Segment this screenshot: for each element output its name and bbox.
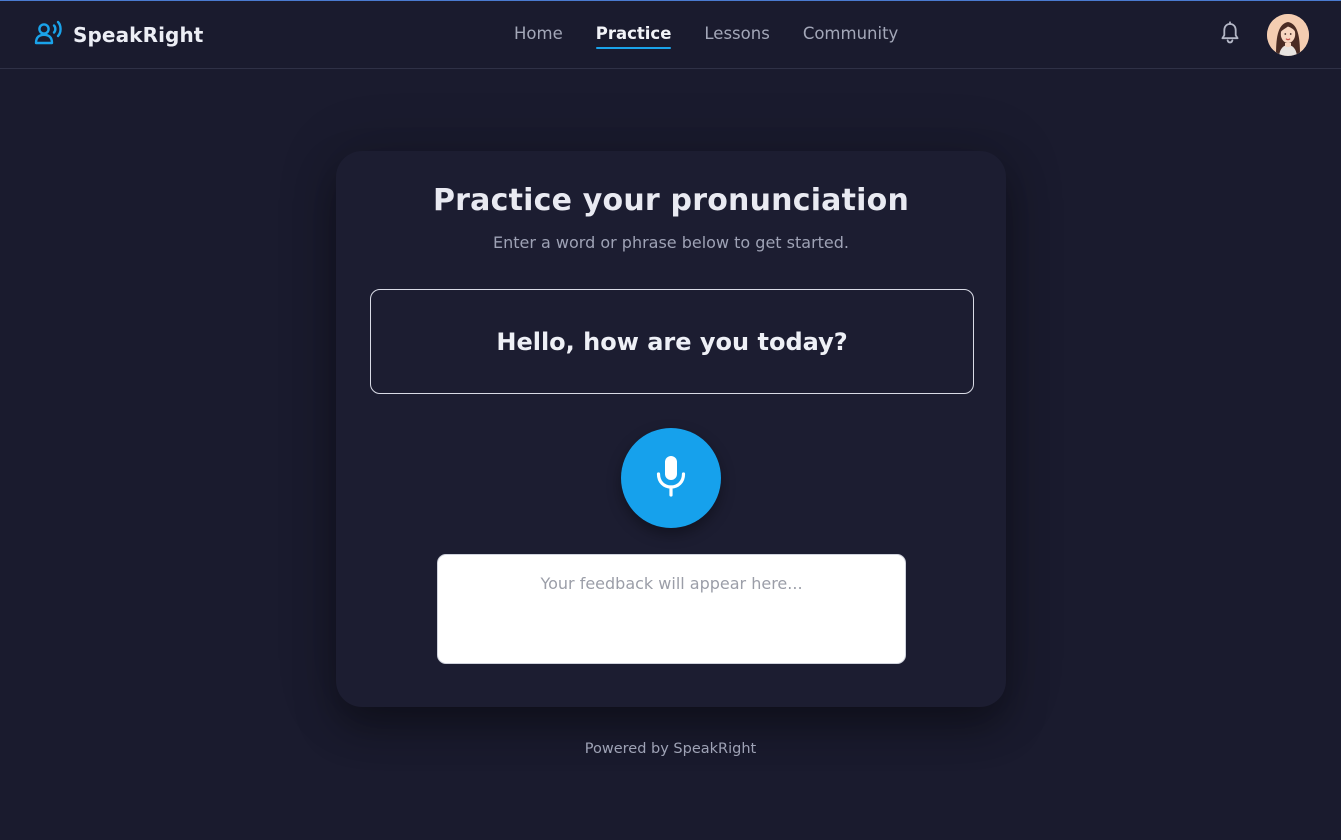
app-window: SpeakRight Home Practice Lessons Communi… bbox=[0, 0, 1341, 840]
page-subtitle: Enter a word or phrase below to get star… bbox=[493, 233, 849, 252]
main-nav: Home Practice Lessons Community bbox=[514, 23, 899, 49]
page-title: Practice your pronunciation bbox=[432, 183, 910, 218]
feedback-panel: Your feedback will appear here... bbox=[437, 554, 906, 664]
nav-item-practice[interactable]: Practice bbox=[595, 23, 671, 49]
feedback-placeholder: Your feedback will appear here... bbox=[540, 574, 803, 593]
avatar[interactable] bbox=[1267, 14, 1309, 56]
nav-item-lessons[interactable]: Lessons bbox=[704, 23, 769, 45]
brand-name: SpeakRight bbox=[73, 23, 204, 47]
nav-item-home[interactable]: Home bbox=[514, 23, 563, 45]
brand[interactable]: SpeakRight bbox=[34, 20, 203, 50]
phrase-input[interactable]: Hello, how are you today? bbox=[370, 289, 974, 394]
footer-text: Powered by SpeakRight bbox=[584, 741, 757, 757]
top-navbar: SpeakRight Home Practice Lessons Communi… bbox=[0, 1, 1341, 69]
record-button[interactable] bbox=[621, 428, 721, 528]
bell-icon[interactable] bbox=[1219, 21, 1241, 49]
microphone-icon bbox=[654, 454, 688, 502]
practice-card: Practice your pronunciation Enter a word… bbox=[336, 151, 1006, 707]
speaker-logo-icon bbox=[34, 20, 64, 50]
nav-item-community[interactable]: Community bbox=[803, 23, 899, 45]
